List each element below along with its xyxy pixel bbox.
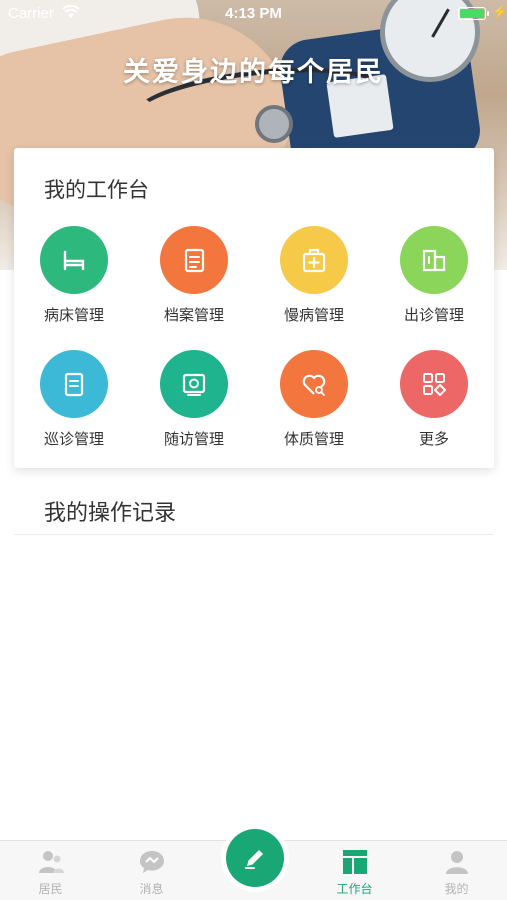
tab-workbench[interactable]: 工作台 — [304, 841, 405, 900]
records-divider — [14, 534, 494, 535]
refresh-box-icon — [160, 350, 228, 418]
tab-label: 居民 — [38, 882, 63, 896]
workbench-item-chronic-disease[interactable]: 慢病管理 — [254, 226, 374, 325]
tab-label: 我的 — [444, 882, 469, 896]
tab-residents[interactable]: 居民 — [0, 841, 101, 900]
heart-search-icon — [280, 350, 348, 418]
workbench-title: 我的工作台 — [44, 178, 149, 202]
bed-icon — [40, 226, 108, 294]
workbench-item-outpatient[interactable]: 出诊管理 — [374, 226, 494, 325]
grid-more-icon — [400, 350, 468, 418]
document-icon — [160, 226, 228, 294]
workbench-item-bed-management[interactable]: 病床管理 — [14, 226, 134, 325]
workbench-item-records-management[interactable]: 档案管理 — [134, 226, 254, 325]
residents-icon — [38, 851, 64, 873]
battery-icon — [458, 7, 489, 20]
workbench-item-rounds[interactable]: 巡诊管理 — [14, 350, 134, 449]
status-time: 4:13 PM — [225, 5, 282, 22]
compose-button[interactable] — [226, 829, 284, 887]
hero-title: 关爱身边的每个居民 — [123, 57, 384, 88]
charging-bolt-icon: ⚡ — [492, 4, 507, 19]
workbench-icon — [342, 850, 367, 874]
workbench-item-more[interactable]: 更多 — [374, 350, 494, 449]
tab-profile[interactable]: 我的 — [406, 841, 507, 900]
workbench-item-label: 档案管理 — [163, 306, 224, 324]
records-title: 我的操作记录 — [44, 501, 177, 526]
workbench-item-label: 慢病管理 — [283, 306, 344, 324]
workbench-item-label: 体质管理 — [283, 430, 344, 448]
message-icon — [139, 851, 164, 873]
status-bar: Carrier 4:13 PM ⚡ — [0, 0, 507, 28]
hero-photo-stethoscope — [255, 105, 293, 143]
workbench-grid: 病床管理 档案管理 慢病管理 出诊管理 巡诊管理 随访管理 体质管理 更多 — [14, 226, 494, 449]
workbench-item-follow-up[interactable]: 随访管理 — [134, 350, 254, 449]
note-icon — [40, 350, 108, 418]
workbench-item-label: 出诊管理 — [403, 306, 464, 324]
workbench-item-label: 巡诊管理 — [43, 430, 104, 448]
workbench-card: 我的工作台 病床管理 档案管理 慢病管理 出诊管理 巡诊管理 随访管理 体质管理… — [14, 148, 494, 468]
workbench-item-constitution[interactable]: 体质管理 — [254, 350, 374, 449]
workbench-item-label: 更多 — [418, 430, 449, 448]
workbench-item-label: 病床管理 — [43, 306, 104, 324]
edit-pencil-icon — [245, 850, 263, 869]
tab-label: 消息 — [139, 882, 164, 896]
building-icon — [400, 226, 468, 294]
tab-label: 工作台 — [336, 882, 373, 896]
profile-icon — [445, 851, 468, 874]
workbench-item-label: 随访管理 — [163, 430, 224, 448]
tab-messages[interactable]: 消息 — [101, 841, 202, 900]
medical-kit-icon — [280, 226, 348, 294]
